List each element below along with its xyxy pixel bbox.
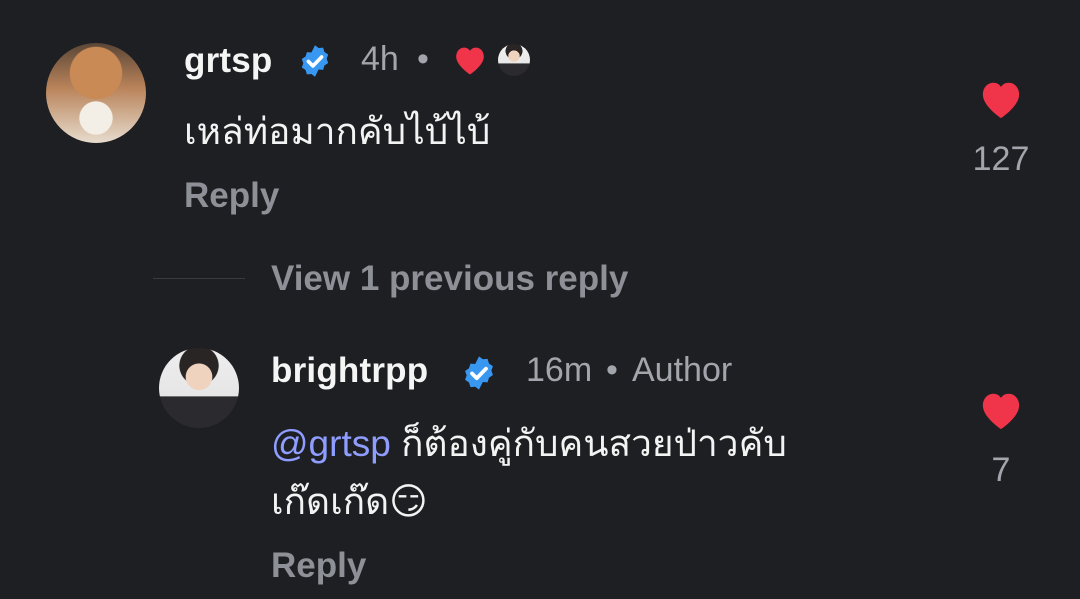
thread-divider: [153, 278, 245, 279]
reply-text: ก็ต้องคู่กับคนสวยป่าวคับ: [390, 423, 787, 464]
author-liked-avatar: [498, 44, 530, 76]
verified-badge-icon: [297, 43, 333, 79]
smirking-face-emoji: 😏: [389, 481, 428, 522]
reply-username[interactable]: brightrpp: [271, 351, 428, 391]
red-heart-icon: [452, 44, 488, 76]
meta-separator: •: [417, 40, 429, 78]
meta-separator: •: [606, 351, 618, 389]
heart-icon[interactable]: [978, 78, 1024, 120]
author-label: Author: [632, 351, 733, 389]
mention-link[interactable]: @grtsp: [271, 423, 391, 464]
reply-author-avatar[interactable]: [159, 348, 239, 428]
view-previous-replies-button[interactable]: View 1 previous reply: [271, 259, 628, 299]
reply-text-line-2: เก๊ดเก๊ด😏: [271, 474, 428, 530]
heart-icon[interactable]: [978, 389, 1024, 431]
comment-text: เหล่ท่อมากคับไบ้ไบ้: [184, 111, 491, 152]
like-count: 7: [991, 451, 1011, 489]
reply-timestamp: 16m: [526, 351, 593, 389]
reply-button[interactable]: Reply: [184, 176, 279, 216]
commenter-avatar[interactable]: [46, 43, 146, 143]
reply-text-continued: เก๊ดเก๊ด: [271, 481, 390, 522]
reply-text-line-1: @grtsp ก็ต้องคู่กับคนสวยป่าวคับ: [271, 416, 787, 472]
verified-badge-icon: [460, 354, 498, 392]
comment-timestamp: 4h: [361, 40, 399, 78]
comment-username[interactable]: grtsp: [184, 41, 273, 81]
like-count: 127: [972, 140, 1030, 178]
reply-button[interactable]: Reply: [271, 546, 366, 586]
